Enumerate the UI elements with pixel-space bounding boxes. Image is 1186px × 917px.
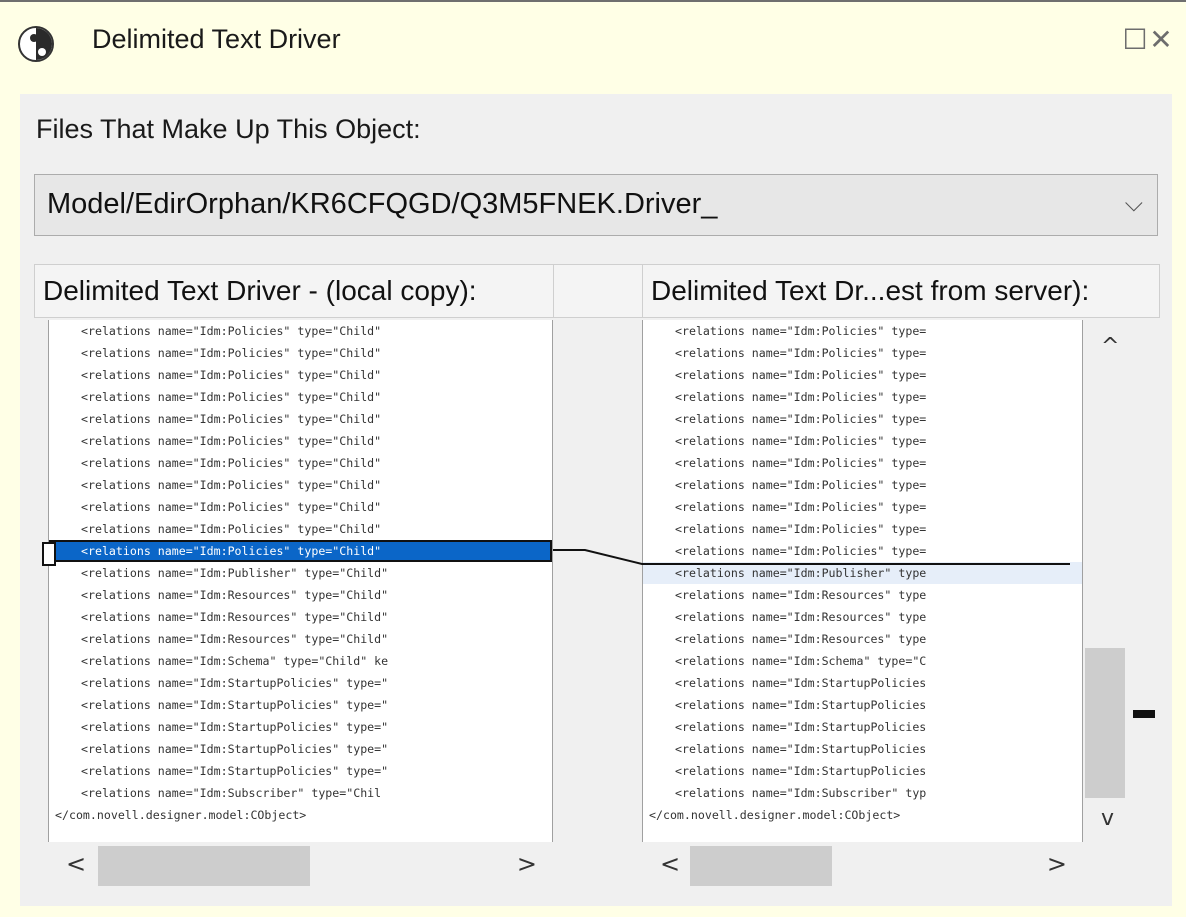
left-horizontal-scrollbar[interactable]: < > xyxy=(48,846,553,886)
content-panel: Files That Make Up This Object: Model/Ed… xyxy=(20,94,1172,906)
diff-connector xyxy=(553,549,1070,565)
scroll-left-icon[interactable]: < xyxy=(660,850,680,878)
left-horizontal-scroll-thumb[interactable] xyxy=(98,846,310,886)
vertical-scrollbar[interactable]: ^ v xyxy=(1083,320,1155,842)
overview-change-marker[interactable] xyxy=(1133,710,1155,718)
compare-editor-window: Delimited Text Driver ☐✕ Files That Make… xyxy=(0,0,1186,917)
scroll-right-icon[interactable]: > xyxy=(517,850,537,878)
vertical-scroll-thumb[interactable] xyxy=(1085,648,1125,798)
scroll-left-icon[interactable]: < xyxy=(66,850,86,878)
maximize-icon[interactable]: ☐ xyxy=(1122,26,1148,54)
window-title: Delimited Text Driver xyxy=(92,24,341,54)
window-buttons: ☐✕ xyxy=(1122,26,1174,54)
right-horizontal-scrollbar[interactable]: < > xyxy=(642,846,1083,886)
scroll-right-icon[interactable]: > xyxy=(1047,850,1067,878)
scroll-up-icon[interactable]: ^ xyxy=(1101,334,1119,359)
yin-yang-icon xyxy=(18,26,54,62)
close-icon[interactable]: ✕ xyxy=(1148,26,1174,54)
scroll-down-icon[interactable]: v xyxy=(1101,806,1114,831)
right-horizontal-scroll-thumb[interactable] xyxy=(690,846,832,886)
